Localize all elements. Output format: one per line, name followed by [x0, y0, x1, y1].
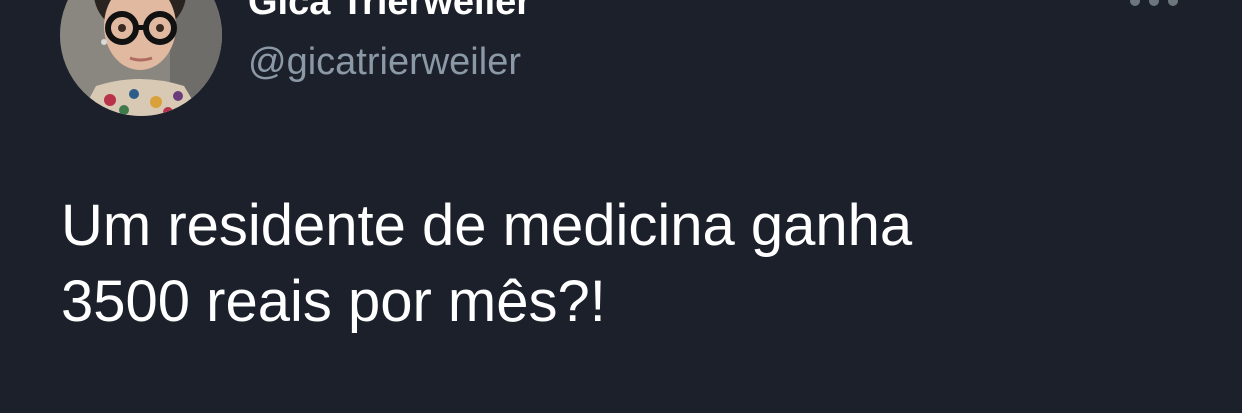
tweet-card: Gica Trierweiler @gicatrierweiler Um res… — [0, 0, 1242, 413]
more-dot — [1149, 0, 1159, 6]
more-dot — [1130, 0, 1140, 6]
tweet-text: Um residente de medicina ganha 3500 reai… — [61, 188, 1161, 340]
author-handle[interactable]: @gicatrierweiler — [248, 40, 521, 84]
tweet-text-line: Um residente de medicina ganha — [61, 193, 913, 258]
profile-photo-icon — [60, 0, 222, 116]
author-avatar[interactable] — [60, 0, 222, 116]
tweet-text-line: 3500 reais por mês?! — [61, 269, 606, 334]
more-options-icon[interactable] — [1130, 0, 1178, 8]
more-dot — [1168, 0, 1178, 6]
author-display-name[interactable]: Gica Trierweiler — [248, 0, 531, 24]
